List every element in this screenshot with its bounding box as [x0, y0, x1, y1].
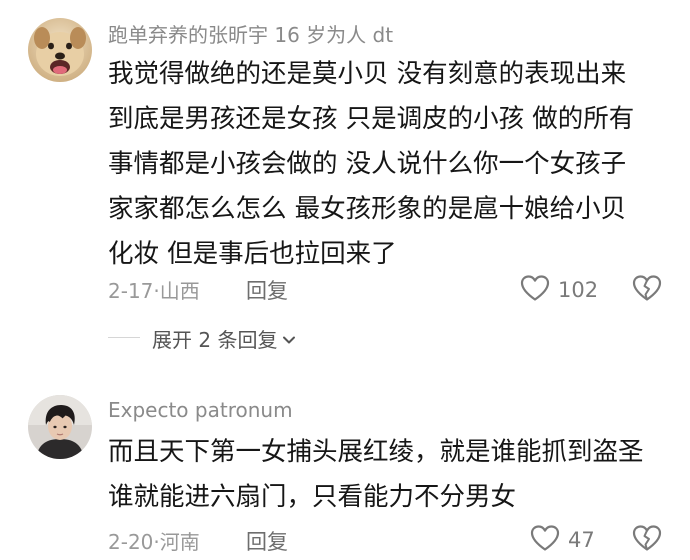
comment-location: 河南: [159, 530, 200, 554]
comment-text-line: 家家都怎么怎么 最女孩形象的是扈十娘给小贝: [108, 194, 627, 224]
comment-text-line: 化妆 但是事后也拉回来了: [108, 239, 397, 269]
broken-heart-icon: [632, 275, 662, 306]
comment-location: 山西: [159, 279, 200, 303]
heart-outline-icon: [520, 274, 550, 306]
dog-avatar-image: [28, 18, 92, 82]
comment-item: Expecto patronum 而且天下第一女捕头展红绫，就是谁能抓到盗圣 谁…: [0, 380, 690, 560]
comment-meta: 2-20·河南: [108, 526, 200, 555]
comment-text: 我觉得做绝的还是莫小贝 没有刻意的表现出来 到底是男孩还是女孩 只是调皮的小孩 …: [108, 52, 673, 277]
comment-date: 2-17: [108, 279, 154, 303]
like-count: 102: [558, 278, 599, 302]
comment-text-line: 事情都是小孩会做的 没人说什么你一个女孩子: [108, 149, 627, 179]
comment-text: 而且天下第一女捕头展红绫，就是谁能抓到盗圣 谁就能进六扇门，只看能力不分男女: [108, 430, 673, 520]
comment-text-line: 到底是男孩还是女孩 只是调皮的小孩 做的所有: [108, 104, 635, 134]
username[interactable]: 跑单弃养的张昕宇 16 岁为人 dt: [108, 19, 393, 48]
comment-item: 跑单弃养的张昕宇 16 岁为人 dt 我觉得做绝的还是莫小贝 没有刻意的表现出来…: [0, 0, 690, 380]
person-avatar-image: [28, 395, 92, 459]
avatar[interactable]: [28, 395, 92, 459]
comment-meta: 2-17·山西: [108, 275, 200, 304]
expand-replies-label: 展开 2 条回复: [152, 328, 278, 352]
broken-heart-icon: [632, 525, 662, 556]
expand-replies-button[interactable]: 展开 2 条回复: [152, 324, 297, 353]
chevron-down-icon: [281, 327, 297, 351]
reply-button[interactable]: 回复: [246, 526, 288, 556]
like-button[interactable]: 47: [530, 524, 595, 556]
username[interactable]: Expecto patronum: [108, 398, 293, 422]
comment-date: 2-20: [108, 530, 154, 554]
comment-text-line: 而且天下第一女捕头展红绫，就是谁能抓到盗圣: [108, 437, 644, 467]
comment-text-line: 谁就能进六扇门，只看能力不分男女: [108, 482, 517, 512]
dislike-button[interactable]: [632, 524, 662, 556]
like-count: 47: [568, 528, 595, 552]
dislike-button[interactable]: [632, 274, 662, 306]
avatar[interactable]: [28, 18, 92, 82]
comment-text-line: 我觉得做绝的还是莫小贝 没有刻意的表现出来: [108, 59, 627, 89]
like-button[interactable]: 102: [520, 274, 598, 306]
expand-divider: [108, 337, 140, 338]
reply-button[interactable]: 回复: [246, 275, 288, 305]
heart-outline-icon: [530, 524, 560, 556]
